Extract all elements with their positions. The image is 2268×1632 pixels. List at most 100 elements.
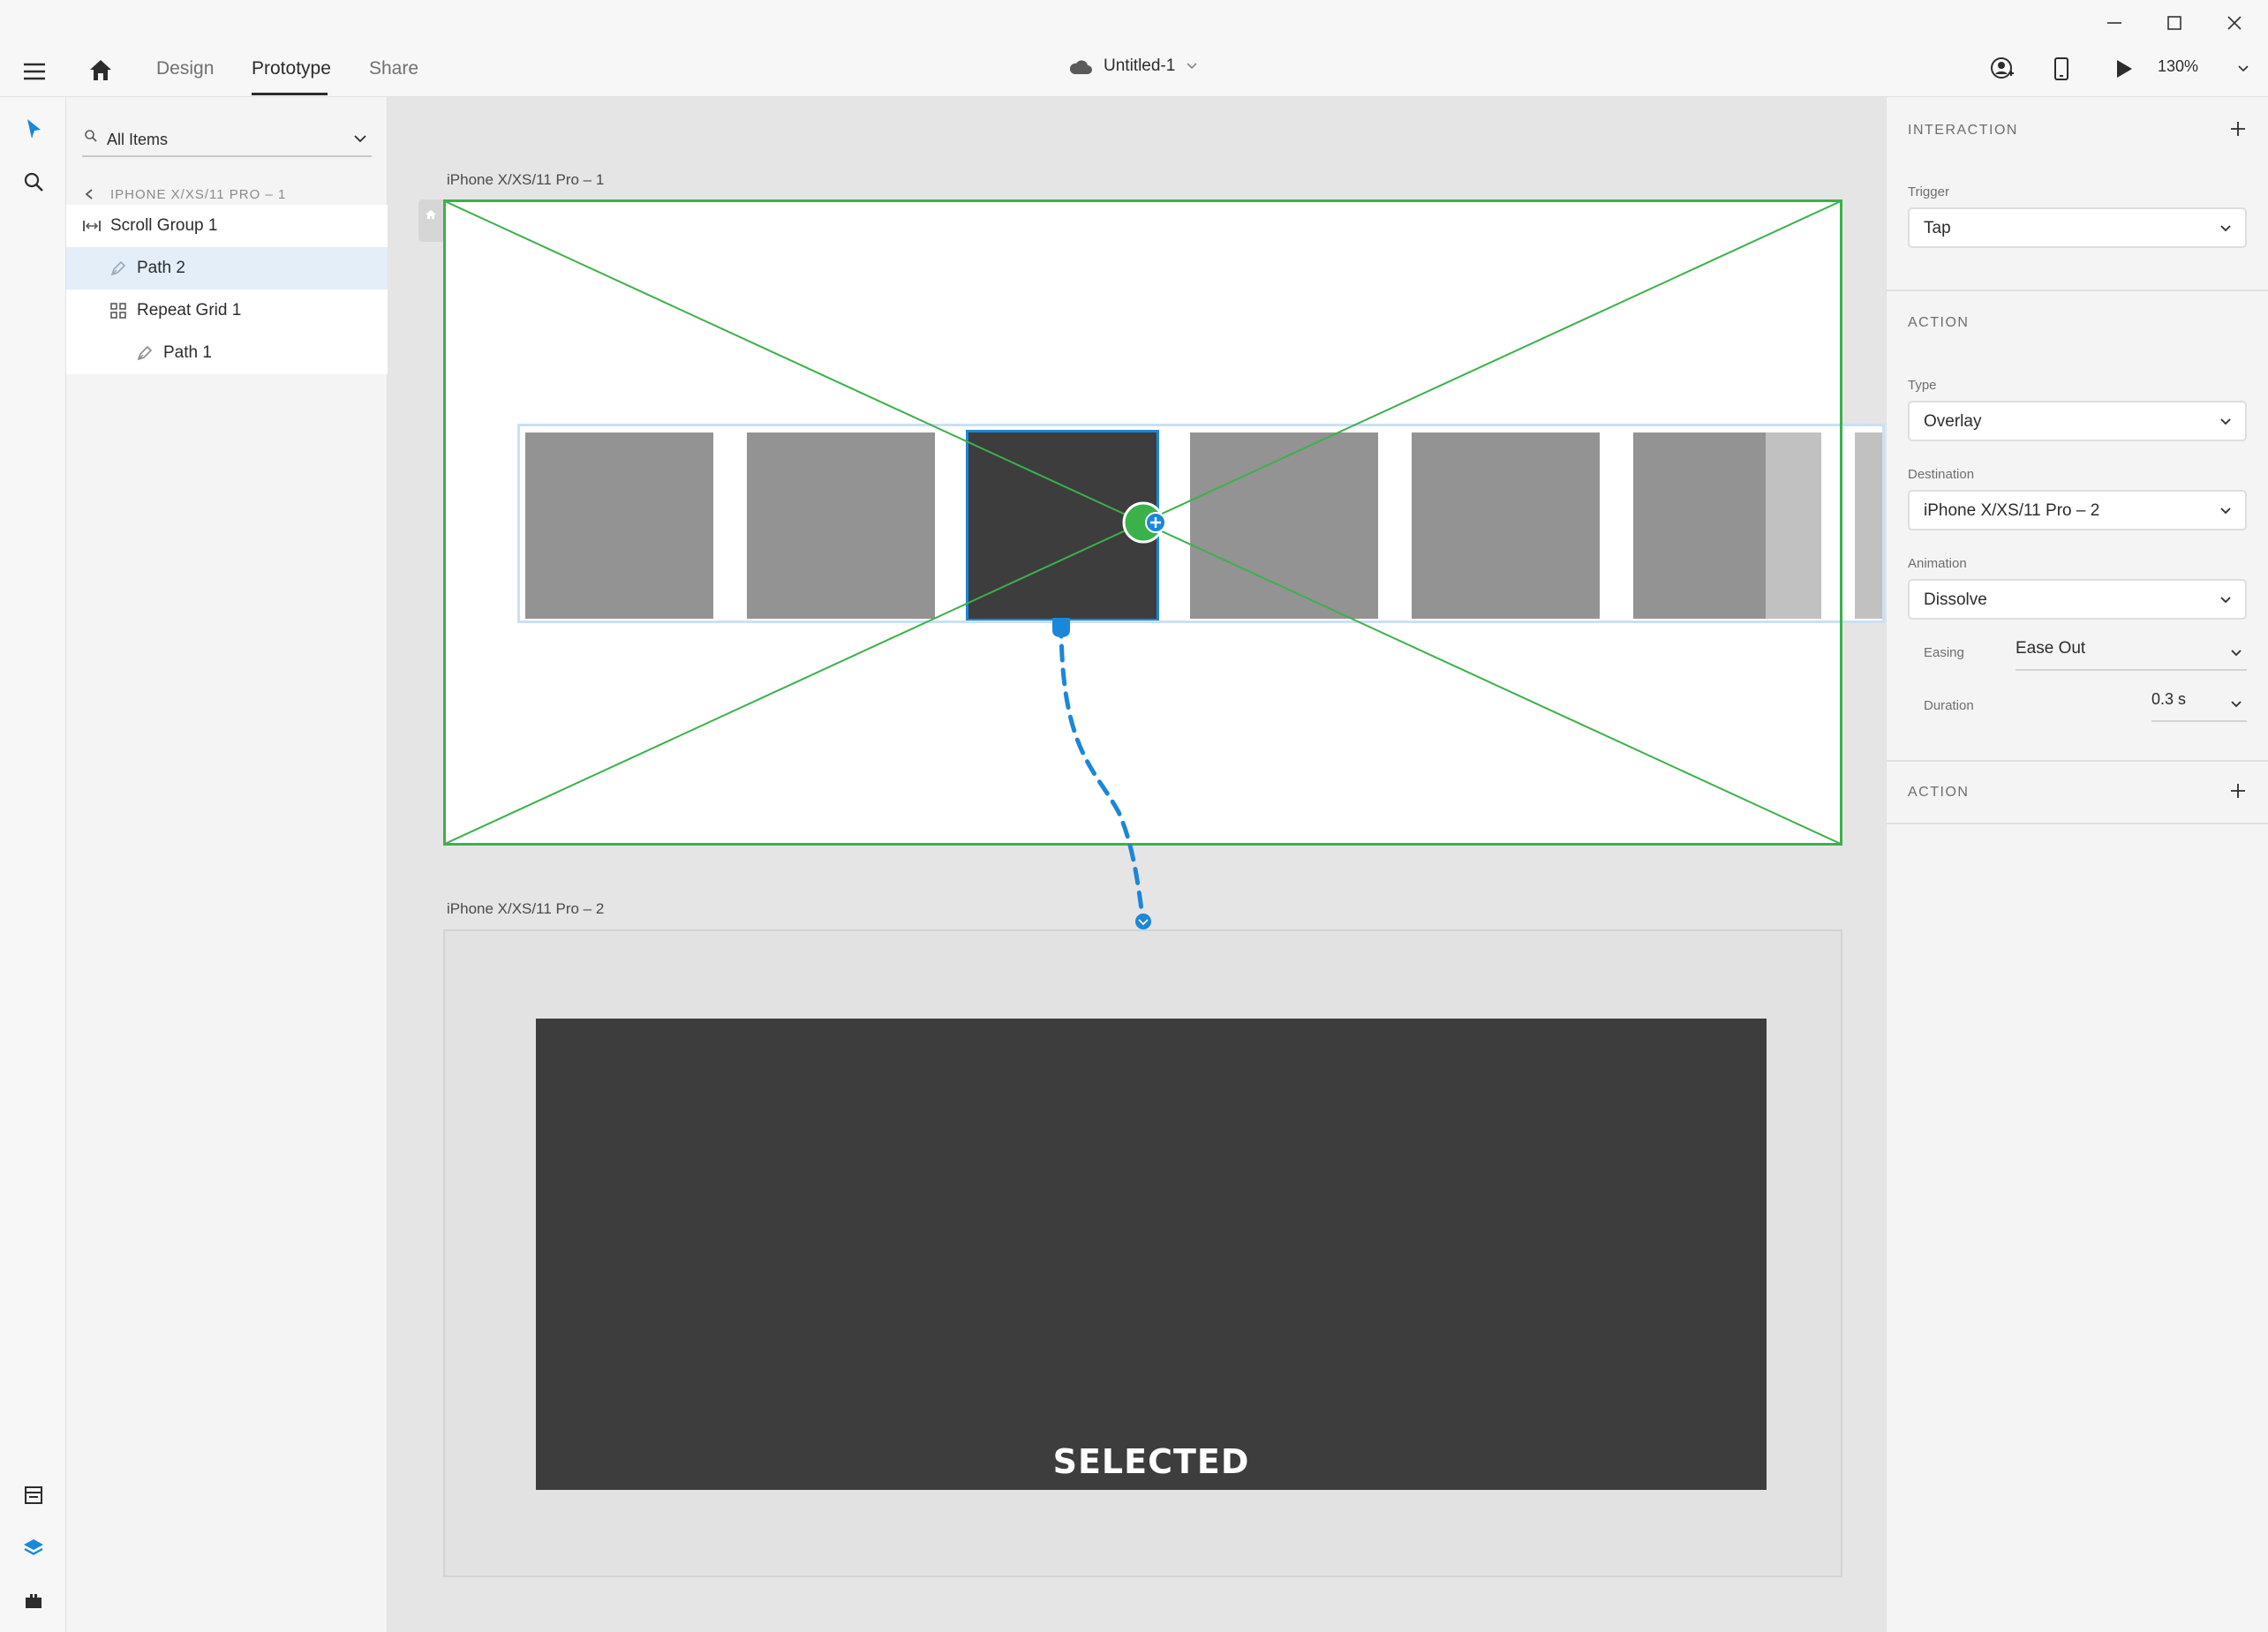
left-toolbar: [0, 97, 66, 1632]
layer-row[interactable]: Repeat Grid 1: [66, 290, 388, 332]
section-divider: [1887, 823, 2268, 824]
search-icon: [24, 172, 43, 192]
grid-cell[interactable]: [747, 432, 935, 619]
layer-label: Repeat Grid 1: [137, 301, 242, 320]
search-icon: [85, 130, 97, 142]
grid-cell[interactable]: [1190, 432, 1378, 619]
pen-path-icon: [109, 259, 128, 278]
active-tab-indicator: [252, 93, 328, 95]
maximize-button[interactable]: [2142, 0, 2207, 46]
plugin-icon: [26, 1594, 41, 1608]
breadcrumb-label: IPHONE X/XS/11 PRO – 1: [110, 186, 287, 202]
section-divider: [1887, 290, 2268, 291]
animation-value: Dissolve: [1924, 590, 1987, 609]
artboard-2[interactable]: SELECTED: [443, 929, 1842, 1577]
easing-select[interactable]: Ease Out: [2016, 636, 2247, 671]
easing-value: Ease Out: [2016, 639, 2086, 658]
search-input[interactable]: [107, 127, 336, 152]
layer-row[interactable]: Path 2: [66, 247, 388, 290]
section-divider: [1887, 760, 2268, 762]
minimize-button[interactable]: [2082, 0, 2147, 46]
layers-search[interactable]: [82, 122, 372, 157]
animation-select[interactable]: Dissolve: [1908, 579, 2247, 620]
document-title-menu[interactable]: Untitled-1: [1068, 56, 1198, 76]
chevron-down-icon: [2238, 65, 2249, 72]
canvas[interactable]: iPhone X/XS/11 Pro – 1 iPhone X/XS/11 Pr…: [388, 97, 1885, 1632]
grid-cell[interactable]: [1633, 432, 1766, 619]
home-icon: [90, 60, 111, 80]
destination-value: iPhone X/XS/11 Pro – 2: [1924, 501, 2100, 520]
home-button[interactable]: [87, 56, 114, 87]
desktop-preview-play-button[interactable]: [2113, 56, 2136, 86]
chevron-down-icon: [2220, 418, 2231, 425]
grid-cell[interactable]: [525, 432, 713, 619]
zoom-value: 130%: [2158, 57, 2199, 75]
artboard-1-label[interactable]: iPhone X/XS/11 Pro – 1: [447, 171, 604, 189]
chevron-down-icon: [2231, 701, 2242, 708]
add-interaction-button[interactable]: [2227, 118, 2249, 139]
chevron-down-icon: [2220, 508, 2231, 515]
grid-cell-offscreen: [1766, 432, 1821, 619]
grid-cell[interactable]: [1412, 432, 1600, 619]
assets-panel-button[interactable]: [19, 1481, 48, 1509]
grid-cell-selected[interactable]: [966, 430, 1159, 620]
close-button[interactable]: [2202, 0, 2267, 46]
chevron-down-icon: [2220, 597, 2231, 604]
layer-row[interactable]: Scroll Group 1: [66, 205, 388, 247]
hamburger-menu-button[interactable]: [21, 58, 48, 89]
grid-cell-offscreen: [1855, 432, 1882, 619]
chevron-down-icon: [2231, 650, 2242, 657]
artboard-2-label[interactable]: iPhone X/XS/11 Pro – 2: [447, 900, 604, 918]
repeat-grid-icon: [109, 301, 128, 320]
type-value: Overlay: [1924, 412, 1982, 431]
wire-end-target: [1135, 914, 1151, 929]
easing-label: Easing: [1924, 645, 1964, 660]
scroll-group[interactable]: [517, 424, 1885, 623]
layer-label: Path 2: [137, 259, 185, 277]
layers-panel: IPHONE X/XS/11 PRO – 1 Scroll Group 1 Pa…: [66, 97, 388, 1632]
share-user-button[interactable]: [1990, 56, 2015, 86]
easing-underline: [2016, 669, 2247, 671]
tab-prototype[interactable]: Prototype: [252, 58, 331, 79]
tab-share[interactable]: Share: [369, 58, 418, 79]
device-preview-button[interactable]: [2053, 56, 2070, 86]
select-tool[interactable]: [19, 115, 48, 143]
plus-icon: [2231, 784, 2245, 798]
home-artboard-marker[interactable]: [418, 199, 443, 242]
duration-value: 0.3 s: [2151, 690, 2187, 708]
chevron-down-icon: [1187, 63, 1197, 70]
minimize-icon: [2107, 22, 2121, 24]
layer-label: Scroll Group 1: [110, 216, 218, 235]
close-icon: [2227, 16, 2242, 30]
type-label: Type: [1908, 378, 1937, 393]
zoom-select[interactable]: 130%: [2158, 57, 2249, 84]
add-action-button[interactable]: [2227, 780, 2249, 801]
animation-label: Animation: [1908, 556, 1967, 571]
overlay-panel[interactable]: SELECTED: [536, 1019, 1767, 1490]
play-icon: [2117, 60, 2132, 78]
destination-select[interactable]: iPhone X/XS/11 Pro – 2: [1908, 490, 2247, 530]
trigger-select[interactable]: Tap: [1908, 207, 2247, 248]
user-add-icon: [1991, 57, 2014, 79]
zoom-search-tool[interactable]: [19, 168, 48, 196]
hamburger-menu-icon: [24, 63, 45, 80]
chevron-left-icon: [85, 189, 93, 199]
layers-panel-button[interactable]: [19, 1534, 48, 1562]
layer-label: Path 1: [163, 343, 212, 362]
tab-design[interactable]: Design: [156, 58, 214, 79]
trigger-value: Tap: [1924, 219, 1951, 237]
pen-path-icon: [135, 343, 154, 363]
layers-icon: [24, 1539, 43, 1555]
plugins-panel-button[interactable]: [19, 1587, 48, 1615]
action-section-title: ACTION: [1908, 315, 1970, 330]
action-type-select[interactable]: Overlay: [1908, 401, 2247, 441]
cloud-icon: [1069, 60, 1092, 74]
breadcrumb[interactable]: IPHONE X/XS/11 PRO – 1: [84, 184, 286, 205]
title-bar: [0, 0, 2268, 46]
chevron-down-icon: [1138, 919, 1149, 926]
overlay-selected-text: SELECTED: [1052, 1442, 1250, 1481]
duration-stepper[interactable]: 0.3 s: [2151, 687, 2247, 722]
layer-row[interactable]: Path 1: [66, 332, 388, 374]
app-header: Design Prototype Share Untitled-1 130%: [0, 46, 2268, 97]
trigger-label: Trigger: [1908, 184, 1949, 199]
